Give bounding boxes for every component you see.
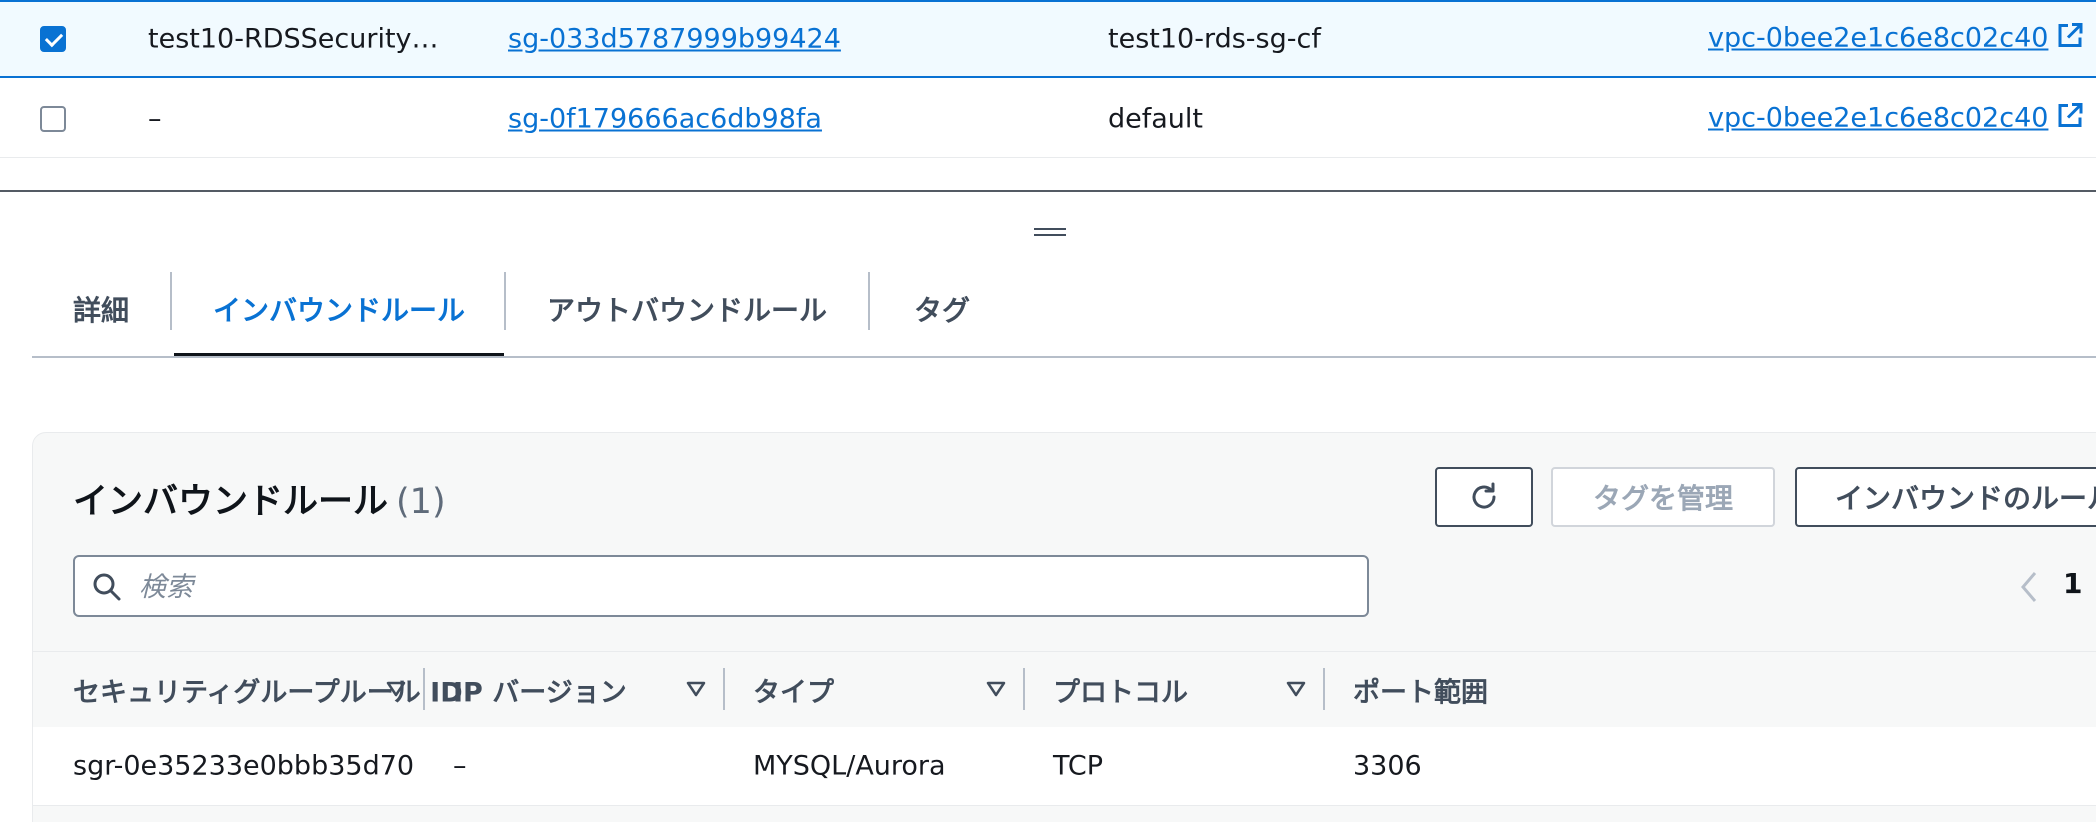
security-group-name: – <box>148 103 162 134</box>
tab-details[interactable]: 詳細 <box>32 262 170 356</box>
column-divider[interactable] <box>423 668 425 710</box>
protocol-cell: TCP <box>1053 750 1104 782</box>
column-divider[interactable] <box>1023 668 1025 710</box>
refresh-icon <box>1472 482 1496 509</box>
sort-down-icon[interactable] <box>385 680 407 698</box>
split-panel-divider <box>0 190 2096 192</box>
tab-divider <box>868 272 870 330</box>
column-header-port-range[interactable]: ポート範囲 <box>1353 671 1488 710</box>
chevron-left-icon[interactable] <box>2017 567 2041 607</box>
column-divider[interactable] <box>723 668 725 710</box>
type-cell: MYSQL/Aurora <box>753 750 946 782</box>
panel-title: インバウンドルール (1) <box>73 473 446 524</box>
tab-outbound-rules[interactable]: アウトバウンドルール <box>508 262 866 356</box>
column-header-protocol[interactable]: プロトコル <box>1053 671 1188 710</box>
vpc-id-cell: vpc-0bee2e1c6e8c02c40 <box>1708 101 2084 136</box>
vpc-id-link[interactable]: vpc-0bee2e1c6e8c02c40 <box>1708 23 2048 54</box>
tab-divider <box>170 272 172 330</box>
group-name: default <box>1108 103 1204 134</box>
external-link-icon[interactable] <box>2056 22 2084 57</box>
inbound-rules-panel: インバウンドルール(1) タグを管理 インバウンドのルールを編集 1 セキュリテ… <box>32 432 2096 822</box>
sort-down-icon[interactable] <box>1285 680 1307 698</box>
tab-divider <box>504 272 506 330</box>
rule-count: (1) <box>396 482 446 522</box>
column-divider[interactable] <box>1323 668 1325 710</box>
table-row: sgr-0e35233e0bbb35d70 – MYSQL/Aurora TCP… <box>33 727 2096 806</box>
port-range-cell: 3306 <box>1353 750 1422 782</box>
group-name: test10-rds-sg-cf <box>1108 23 1321 55</box>
column-header-type[interactable]: タイプ <box>753 671 834 710</box>
sort-down-icon[interactable] <box>685 680 707 698</box>
search-field[interactable] <box>73 555 1369 617</box>
row-checkbox[interactable] <box>40 26 66 52</box>
manage-tags-button[interactable]: タグを管理 <box>1551 467 1775 527</box>
external-link-icon[interactable] <box>2056 101 2084 136</box>
vpc-id-link[interactable]: vpc-0bee2e1c6e8c02c40 <box>1708 102 2048 133</box>
row-checkbox[interactable] <box>40 105 66 132</box>
search-input[interactable] <box>137 557 1341 617</box>
refresh-button[interactable] <box>1435 467 1533 527</box>
column-header-ip-version[interactable]: IP バージョン <box>453 671 627 710</box>
security-group-name: test10-RDSSecurity… <box>148 23 439 55</box>
tab-inbound-rules[interactable]: インバウンドルール <box>174 262 504 358</box>
table-row[interactable]: test10-RDSSecurity… sg-033d5787999b99424… <box>0 0 2096 78</box>
split-panel-resize-handle[interactable] <box>1034 228 1066 238</box>
sort-down-icon[interactable] <box>985 680 1007 698</box>
table-header-row: セキュリティグループルール ID IP バージョン タイプ プロトコル ポート範… <box>33 651 2096 729</box>
security-group-id-link[interactable]: sg-033d5787999b99424 <box>508 24 841 55</box>
panel-title-text: インバウンドルール <box>73 482 389 522</box>
detail-tabs: 詳細 インバウンドルール アウトバウンドルール タグ <box>32 262 2096 358</box>
ip-version-cell: – <box>453 750 467 782</box>
current-page[interactable]: 1 <box>2063 567 2082 600</box>
tab-tags[interactable]: タグ <box>872 262 1012 356</box>
vpc-id-cell: vpc-0bee2e1c6e8c02c40 <box>1708 22 2084 57</box>
edit-inbound-rules-button[interactable]: インバウンドのルールを編集 <box>1795 467 2096 527</box>
rule-id-cell: sgr-0e35233e0bbb35d70 <box>73 750 415 782</box>
security-groups-page: test10-RDSSecurity… sg-033d5787999b99424… <box>0 0 2096 822</box>
security-group-id-link[interactable]: sg-0f179666ac6db98fa <box>508 103 822 134</box>
tabs-underline <box>32 356 2096 358</box>
search-icon <box>93 573 121 601</box>
table-row[interactable]: – sg-0f179666ac6db98fa default vpc-0bee2… <box>0 80 2096 158</box>
